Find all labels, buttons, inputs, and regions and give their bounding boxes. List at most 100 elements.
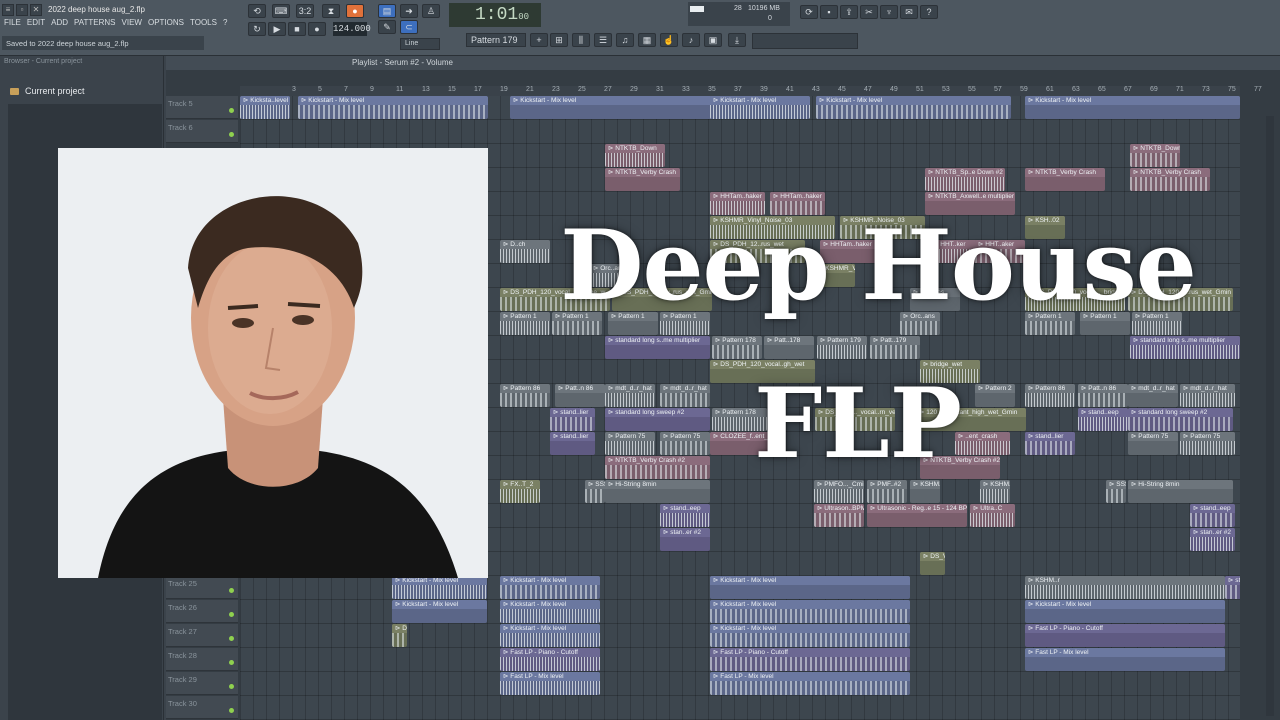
- menu-icon[interactable]: ≡: [2, 3, 14, 16]
- tempo-display[interactable]: 124.000: [333, 22, 371, 36]
- cut-icon[interactable]: ✂: [860, 5, 878, 19]
- playlist-clip[interactable]: ⊳ Kickstart - Mix level: [500, 576, 600, 599]
- menu-item-options[interactable]: OPTIONS: [148, 18, 184, 30]
- playlist-clip[interactable]: ⊳ Kicksta..level: [240, 96, 290, 119]
- metronome-icon[interactable]: ⧗: [322, 4, 340, 18]
- channel-rack-icon[interactable]: ☰: [594, 33, 612, 47]
- save-icon[interactable]: ▪: [820, 5, 838, 19]
- track-mute-led[interactable]: [229, 132, 234, 137]
- menu-item-tools[interactable]: TOOLS: [190, 18, 217, 30]
- record-icon[interactable]: ●: [308, 22, 326, 36]
- plus-icon[interactable]: +: [530, 33, 548, 47]
- track-mute-led[interactable]: [229, 684, 234, 689]
- playlist-clip[interactable]: ⊳ NTKTB_Verby Crash: [1025, 168, 1105, 191]
- track-header[interactable]: Track 30: [166, 696, 238, 719]
- playlist-clip[interactable]: ⊳ Kickstart - Mix level: [392, 600, 487, 623]
- playlist-clip[interactable]: ⊳ Fast LP - Mix level: [710, 672, 910, 695]
- menu-item-patterns[interactable]: PATTERNS: [74, 18, 115, 30]
- playlist-clip[interactable]: ⊳ NTKTB_Verby Crash: [605, 168, 680, 191]
- menu-item-view[interactable]: VIEW: [122, 18, 142, 30]
- step-seq-icon[interactable]: ⊞: [550, 33, 568, 47]
- track-mute-led[interactable]: [229, 588, 234, 593]
- arrow-icon[interactable]: ➜: [400, 4, 418, 18]
- playlist-clip[interactable]: ⊳ Kickstart - Mix level: [1025, 600, 1225, 623]
- playlist-clip[interactable]: ⊳ Kickstart - Mix level: [500, 624, 600, 647]
- mixer-icon[interactable]: ⫼: [572, 33, 590, 47]
- playlist-clip[interactable]: ⊳ NTKTB_Sp..e Down #2: [925, 168, 1005, 191]
- playlist-clip[interactable]: ⊳ stand..eep: [1190, 504, 1235, 527]
- playlist-clip[interactable]: ⊳ Hi-String 8min: [605, 480, 710, 503]
- menu-item-add[interactable]: ADD: [51, 18, 68, 30]
- pattern-song-toggle[interactable]: ⟲: [248, 4, 266, 18]
- close-icon[interactable]: ✕: [30, 3, 42, 16]
- track-header[interactable]: Track 29: [166, 672, 238, 695]
- menu-item-edit[interactable]: EDIT: [27, 18, 45, 30]
- playlist-clip[interactable]: ⊳ Ultra..C: [970, 504, 1015, 527]
- download-icon[interactable]: ⤓: [728, 33, 746, 47]
- timeline-ruler[interactable]: 3 5 7 9 11 13 15 17 19 21 23 25 27 29 31 33 35 37 39 41 43 45…: [240, 86, 1262, 96]
- track-mute-led[interactable]: [229, 660, 234, 665]
- playlist-clip[interactable]: ⊳ standard long sweep: [1225, 576, 1240, 599]
- playlist-clip[interactable]: ⊳ Kickstart - Mix level: [1025, 96, 1240, 119]
- track-header[interactable]: Track 5: [166, 96, 238, 119]
- playlist-clip[interactable]: ⊳ Hi-String 8min: [1128, 480, 1233, 503]
- touch-icon[interactable]: ☝: [660, 33, 678, 47]
- track-header[interactable]: Track 26: [166, 600, 238, 623]
- chat-icon[interactable]: ✉: [900, 5, 918, 19]
- browser-item-current-project[interactable]: Current project: [0, 82, 163, 100]
- export-icon[interactable]: ⇪: [840, 5, 858, 19]
- playlist-clip[interactable]: ⊳ Kickstart - Mix level: [710, 624, 910, 647]
- snap-select[interactable]: Line: [400, 38, 440, 50]
- playlist-clip[interactable]: ⊳ Kickstart - Mix level: [816, 96, 1011, 119]
- playlist-clip[interactable]: ⊳ Kickstart - Mix level: [510, 96, 715, 119]
- playlist-clip[interactable]: ⊳ NTKTB_Verby Crash: [1130, 168, 1210, 191]
- help-icon[interactable]: ?: [920, 5, 938, 19]
- playlist-clip[interactable]: ⊳ DS_V..: [392, 624, 407, 647]
- playlist-clip[interactable]: ⊳ Kickstart - Mix level: [710, 96, 810, 119]
- pattern-selector[interactable]: Pattern 179: [466, 33, 526, 47]
- track-mute-led[interactable]: [229, 612, 234, 617]
- loop-icon[interactable]: ↻: [248, 22, 266, 36]
- track-mute-led[interactable]: [229, 108, 234, 113]
- playlist-clip[interactable]: ⊳ SSS..: [585, 480, 605, 503]
- microphone-icon[interactable]: ♆: [880, 5, 898, 19]
- refresh-icon[interactable]: ⟳: [800, 5, 818, 19]
- tag-icon[interactable]: ▣: [704, 33, 722, 47]
- playlist-clip[interactable]: ⊳ stan..er #2: [660, 528, 710, 551]
- playlist-clip[interactable]: ⊳ DS_V..: [920, 552, 945, 575]
- playlist-clip[interactable]: ⊳ Fast LP - Piano - Cutoff: [710, 648, 910, 671]
- playlist-clip[interactable]: ⊳ FX..T_2: [500, 480, 540, 503]
- play-icon[interactable]: ▶: [268, 22, 286, 36]
- track-mute-led[interactable]: [229, 708, 234, 713]
- track-header[interactable]: Track 27: [166, 624, 238, 647]
- playlist-clip[interactable]: ⊳ Fast LP - Mix level: [500, 672, 600, 695]
- playlist-clip[interactable]: ⊳ stand..eep: [660, 504, 710, 527]
- playlist-clip[interactable]: ⊳ KSHM..r: [910, 480, 940, 503]
- restore-icon[interactable]: ▫: [16, 3, 28, 16]
- time-signature[interactable]: 3:2: [296, 4, 314, 18]
- playlist-clip[interactable]: ⊳ Kickstart - Mix level: [298, 96, 488, 119]
- playlist-clip[interactable]: ⊳ Ultrason..BPM: [814, 504, 864, 527]
- playlist-clip[interactable]: ⊳ stan..er #2: [1190, 528, 1235, 551]
- magnet-icon[interactable]: ⊂: [400, 20, 418, 34]
- playlist-clip[interactable]: ⊳ KSHM..sic: [980, 480, 1010, 503]
- playlist-clip[interactable]: ⊳ Kickstart - Mix level: [710, 576, 910, 599]
- playlist-clip[interactable]: ⊳ Kickstart - Mix level: [710, 600, 910, 623]
- piano-roll-icon[interactable]: ▤: [378, 4, 396, 18]
- playlist-clip[interactable]: ⊳ Fast LP - Piano - Cutoff: [1025, 624, 1225, 647]
- playlist-clip[interactable]: ⊳ PMF..#2: [867, 480, 907, 503]
- playlist-clip[interactable]: ⊳ Fast LP - Piano - Cutoff: [500, 648, 600, 671]
- playlist-clip[interactable]: ⊳ PMFO..._Cmin: [814, 480, 864, 503]
- mic-icon[interactable]: ♪: [682, 33, 700, 47]
- playlist-clip[interactable]: ⊳ Kickstart - Mix level: [392, 576, 487, 599]
- plugin-icon[interactable]: ♫: [616, 33, 634, 47]
- track-mute-led[interactable]: [229, 636, 234, 641]
- playlist-clip[interactable]: ⊳ Kickstart - Mix level: [500, 600, 600, 623]
- menu-item-file[interactable]: FILE: [4, 18, 21, 30]
- track-header[interactable]: Track 25: [166, 576, 238, 599]
- stop-icon[interactable]: ■: [288, 22, 306, 36]
- playlist-clip[interactable]: ⊳ NTKTB_Down: [1130, 144, 1180, 167]
- browser-icon[interactable]: ▦: [638, 33, 656, 47]
- playlist-clip[interactable]: ⊳ Fast LP - Mix level: [1025, 648, 1225, 671]
- typing-keyboard-icon[interactable]: ⌨: [272, 4, 290, 18]
